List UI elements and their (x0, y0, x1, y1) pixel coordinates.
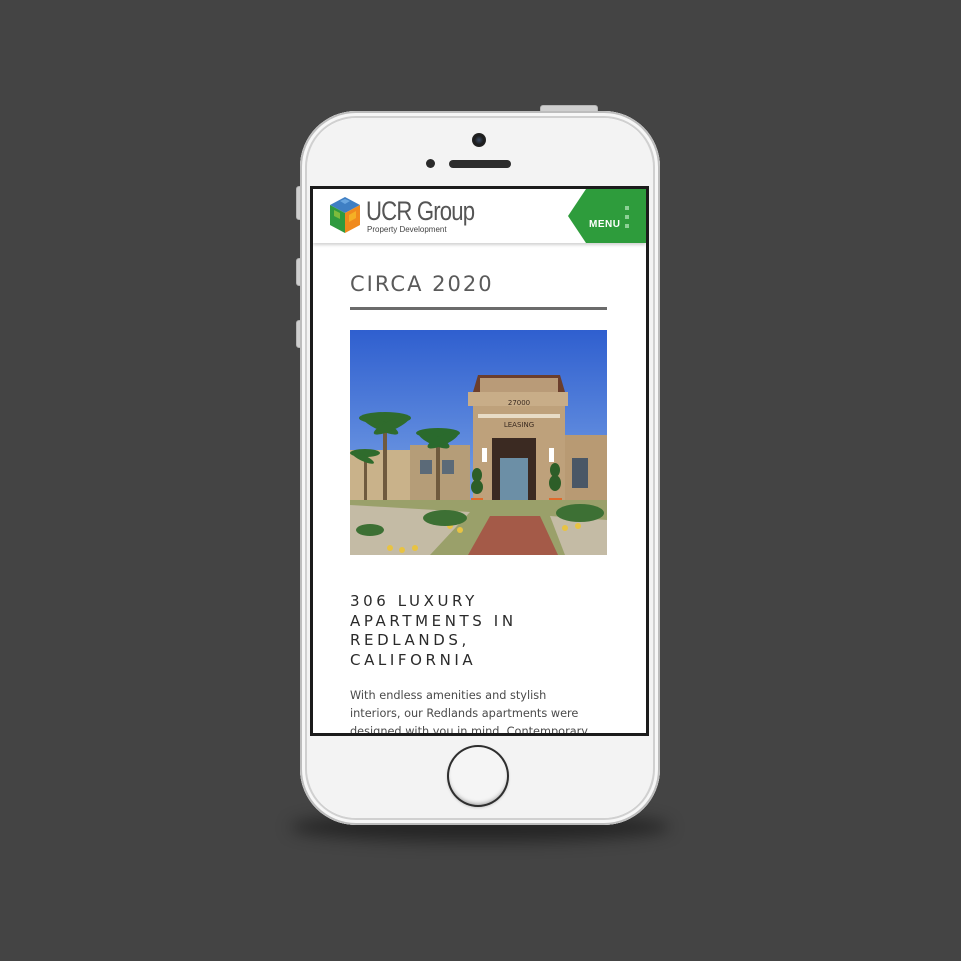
site-header: UCR Group Property Development MENU (313, 189, 646, 243)
home-button (447, 745, 509, 807)
property-description: With endless amenities and stylish inter… (350, 689, 588, 736)
brand-name: UCR Group (366, 196, 475, 226)
ucr-cube-logo-icon (330, 197, 360, 233)
building-sign-number: 27000 (508, 399, 530, 407)
brand-tagline: Property Development (367, 225, 447, 234)
front-camera (472, 133, 486, 147)
menu-dots-icon (625, 206, 629, 232)
page-title: CIRCA 2020 (350, 272, 494, 296)
building-sign-text: LEASING (504, 421, 534, 429)
earpiece-speaker (449, 160, 511, 168)
property-subtitle: 306 LUXURY APARTMENTS IN REDLANDS, CALIF… (350, 592, 517, 669)
phone-screen: UCR Group Property Development MENU CIRC… (310, 186, 649, 736)
proximity-sensor (426, 159, 435, 168)
title-divider (350, 307, 607, 310)
menu-button[interactable]: MENU (568, 189, 646, 243)
property-photo: 27000 LEASING (350, 330, 607, 555)
menu-label: MENU (589, 219, 621, 230)
